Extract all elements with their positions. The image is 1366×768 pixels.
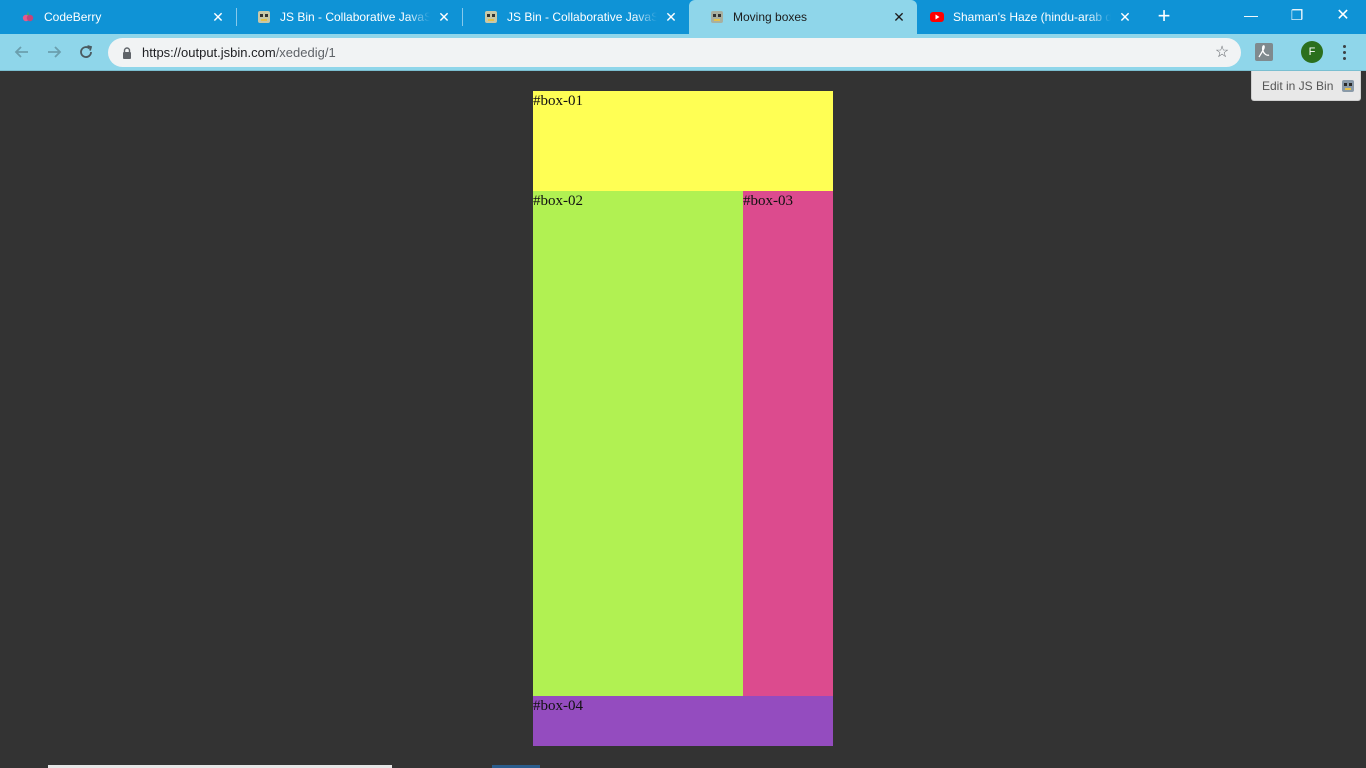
pdf-extension-icon[interactable] <box>1254 42 1274 62</box>
close-tab-icon[interactable]: ✕ <box>210 9 226 25</box>
close-tab-icon[interactable]: ✕ <box>1117 9 1133 25</box>
url-host: https://output.jsbin.com <box>142 45 276 60</box>
restore-button[interactable]: ❐ <box>1274 0 1320 30</box>
jsbin-icon <box>711 11 723 23</box>
box-label: #box-04 <box>533 698 583 714</box>
url-text: https://output.jsbin.com/xededig/1 <box>142 45 1213 60</box>
codeberry-icon <box>22 11 34 22</box>
box-label: #box-01 <box>533 93 583 109</box>
edit-in-jsbin-label: Edit in JS Bin <box>1262 78 1334 93</box>
lock-icon <box>123 46 131 59</box>
box-04: #box-04 <box>533 696 833 746</box>
tab-strip: CodeBerry ✕ JS Bin - Collaborative JavaS… <box>0 0 1366 34</box>
browser-toolbar: https://output.jsbin.com/xededig/1 ☆ F <box>0 34 1366 71</box>
address-bar[interactable]: https://output.jsbin.com/xededig/1 ☆ <box>108 38 1241 67</box>
back-button[interactable] <box>9 39 35 65</box>
forward-button[interactable] <box>41 39 67 65</box>
close-window-button[interactable]: ✕ <box>1320 0 1366 30</box>
tab-title: Shaman's Haze (hindu-arab dub) <box>953 10 1111 24</box>
close-tab-icon[interactable]: ✕ <box>436 9 452 25</box>
jsbin-icon <box>1342 79 1354 92</box>
tab-title: CodeBerry <box>44 10 102 24</box>
arrow-right-icon <box>48 46 62 58</box>
browser-menu-icon[interactable] <box>1334 40 1354 64</box>
page-viewport: #box-01 #box-02 #box-03 #box-04 Edit in … <box>0 71 1366 768</box>
reload-icon <box>80 45 93 58</box>
tab-codeberry[interactable]: CodeBerry ✕ <box>0 0 236 34</box>
tab-title: JS Bin - Collaborative JavaScript Debugg… <box>280 10 430 24</box>
close-tab-icon[interactable]: ✕ <box>891 9 907 25</box>
new-tab-button[interactable]: + <box>1152 5 1176 29</box>
tab-moving-boxes[interactable]: Moving boxes ✕ <box>689 0 917 34</box>
url-path: /xededig/1 <box>275 45 336 60</box>
tab-jsbin-2[interactable]: JS Bin - Collaborative JavaScript Debugg… <box>463 0 689 34</box>
box-label: #box-03 <box>743 193 793 209</box>
arrow-left-icon <box>14 46 28 58</box>
bookmark-star-icon[interactable]: ☆ <box>1213 44 1231 62</box>
minimize-button[interactable]: — <box>1228 0 1274 30</box>
youtube-icon <box>930 12 944 22</box>
tab-jsbin-1[interactable]: JS Bin - Collaborative JavaScript Debugg… <box>236 0 462 34</box>
jsbin-icon <box>485 11 497 23</box>
reload-button[interactable] <box>73 39 99 65</box>
tab-title: Moving boxes <box>733 10 808 24</box>
jsbin-icon <box>258 11 270 23</box>
profile-avatar[interactable]: F <box>1301 41 1323 63</box>
box-01: #box-01 <box>533 91 833 191</box>
box-02: #box-02 <box>533 191 743 696</box>
tab-youtube[interactable]: Shaman's Haze (hindu-arab dub) ✕ <box>917 0 1143 34</box>
box-label: #box-02 <box>533 193 583 209</box>
tab-title: JS Bin - Collaborative JavaScript Debugg… <box>507 10 657 24</box>
edit-in-jsbin-button[interactable]: Edit in JS Bin <box>1251 71 1361 101</box>
close-tab-icon[interactable]: ✕ <box>663 9 679 25</box>
box-03: #box-03 <box>743 191 833 696</box>
